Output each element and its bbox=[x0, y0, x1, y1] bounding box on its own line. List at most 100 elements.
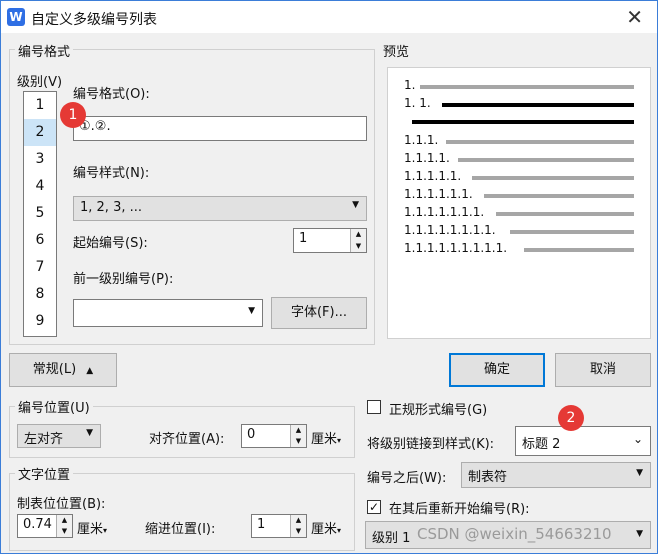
level-item[interactable]: 1 bbox=[24, 92, 56, 119]
align-pos-unit[interactable]: 厘米▾ bbox=[311, 428, 341, 447]
preview-pane: 1. 1. 1. 1.1.1. 1.1.1.1. 1.1.1.1.1. 1.1.… bbox=[387, 67, 651, 339]
format-label: 编号格式(O): bbox=[73, 87, 150, 102]
chevron-down-icon: ⌄ bbox=[632, 432, 643, 446]
preview-row: 1.1.1.1.1.1.1. bbox=[404, 205, 485, 219]
link-style-select[interactable]: 标题 2 ⌄ bbox=[515, 426, 651, 456]
align-select[interactable]: 左对齐 ▼ bbox=[17, 424, 101, 448]
unit-label: 厘米 bbox=[77, 522, 104, 537]
dropdown-arrow-icon: ▼ bbox=[636, 468, 643, 478]
link-style-value: 标题 2 bbox=[522, 437, 561, 452]
preview-row: 1.1.1.1.1. bbox=[404, 169, 462, 183]
dialog-title: 自定义多级编号列表 bbox=[31, 12, 157, 28]
preview-line bbox=[472, 176, 634, 180]
tab-pos-value: 0.74 bbox=[23, 517, 52, 532]
prev-level-select[interactable]: ▼ bbox=[73, 299, 263, 327]
align-pos-label: 对齐位置(A): bbox=[149, 432, 225, 447]
number-style-value: 1, 2, 3, ... bbox=[80, 200, 143, 215]
spin-down-icon[interactable]: ▼ bbox=[291, 526, 306, 537]
start-label: 起始编号(S): bbox=[73, 236, 148, 251]
align-pos-stepper[interactable]: ▲ ▼ bbox=[290, 425, 306, 447]
preview-line bbox=[458, 158, 634, 162]
preview-row: 1.1.1.1. bbox=[404, 151, 450, 165]
legal-style-label[interactable]: 正规形式编号(G) bbox=[389, 399, 487, 418]
text-position-group bbox=[9, 473, 355, 551]
spin-down-icon[interactable]: ▼ bbox=[291, 436, 306, 447]
after-number-select[interactable]: 制表符 ▼ bbox=[461, 462, 651, 488]
wps-app-icon: W bbox=[7, 8, 25, 26]
title-bar: W 自定义多级编号列表 ✕ bbox=[1, 1, 657, 33]
start-number-value: 1 bbox=[299, 231, 308, 246]
indent-value: 1 bbox=[257, 517, 266, 532]
general-button-label: 常规(L) bbox=[32, 362, 77, 377]
level-label: 级别(V) bbox=[17, 75, 63, 90]
preview-line bbox=[496, 212, 634, 216]
preview-label: 预览 bbox=[383, 45, 410, 60]
unit-dropdown-icon: ▾ bbox=[103, 526, 108, 535]
font-button[interactable]: 字体(F)... bbox=[271, 297, 367, 329]
watermark: CSDN @weixin_54663210 bbox=[417, 525, 612, 543]
legal-style-checkbox[interactable] bbox=[367, 400, 381, 414]
restart-label[interactable]: 在其后重新开始编号(R): bbox=[389, 498, 530, 517]
preview-line bbox=[446, 140, 634, 144]
preview-row: 1.1.1.1.1.1.1.1. bbox=[404, 223, 496, 237]
link-style-label: 将级别链接到样式(K): bbox=[367, 437, 495, 452]
preview-row: 1. bbox=[404, 78, 416, 92]
cancel-button[interactable]: 取消 bbox=[555, 353, 651, 387]
text-position-label: 文字位置 bbox=[15, 464, 74, 483]
unit-dropdown-icon: ▾ bbox=[337, 436, 342, 445]
level-item[interactable]: 3 bbox=[24, 146, 56, 173]
spin-down-icon[interactable]: ▼ bbox=[57, 526, 72, 537]
preview-line bbox=[484, 194, 634, 198]
level-item[interactable]: 5 bbox=[24, 200, 56, 227]
spin-up-icon[interactable]: ▲ bbox=[57, 515, 72, 526]
level-item[interactable]: 4 bbox=[24, 173, 56, 200]
preview-line bbox=[524, 248, 634, 252]
start-number-stepper[interactable]: ▲ ▼ bbox=[350, 229, 366, 252]
restart-checkbox[interactable]: ✓ bbox=[367, 500, 381, 514]
unit-label: 厘米 bbox=[311, 522, 338, 537]
indent-stepper[interactable]: ▲ ▼ bbox=[290, 515, 306, 537]
close-icon[interactable]: ✕ bbox=[626, 5, 643, 29]
level-list[interactable]: 1 2 3 4 5 6 7 8 9 bbox=[23, 91, 57, 337]
number-style-select[interactable]: 1, 2, 3, ... ▼ bbox=[73, 196, 367, 221]
spin-up-icon[interactable]: ▲ bbox=[351, 229, 366, 241]
indent-label: 缩进位置(I): bbox=[145, 522, 216, 537]
dropdown-arrow-icon: ▼ bbox=[86, 428, 93, 438]
after-number-value: 制表符 bbox=[468, 470, 508, 485]
unit-label: 厘米 bbox=[311, 432, 338, 447]
spin-up-icon[interactable]: ▲ bbox=[291, 425, 306, 436]
level-item-selected[interactable]: 2 bbox=[24, 119, 56, 146]
preview-line bbox=[510, 230, 634, 234]
after-number-label: 编号之后(W): bbox=[367, 471, 447, 486]
preview-separator bbox=[412, 120, 634, 124]
restart-level-value: 级别 1 bbox=[372, 531, 411, 546]
ok-button[interactable]: 确定 bbox=[449, 353, 545, 387]
dialog-window: W 自定义多级编号列表 ✕ 编号格式 级别(V) 1 2 3 4 5 6 7 8… bbox=[0, 0, 658, 554]
spin-up-icon[interactable]: ▲ bbox=[291, 515, 306, 526]
align-pos-value: 0 bbox=[247, 427, 256, 442]
level-item[interactable]: 9 bbox=[24, 308, 56, 335]
level-item[interactable]: 7 bbox=[24, 254, 56, 281]
preview-row-selected: 1. 1. bbox=[404, 96, 431, 110]
style-label: 编号样式(N): bbox=[73, 166, 150, 181]
dropdown-arrow-icon: ▼ bbox=[636, 529, 643, 539]
dropdown-arrow-icon: ▼ bbox=[352, 200, 359, 210]
annotation-badge-1: 1 bbox=[60, 102, 86, 128]
dropdown-arrow-icon: ▼ bbox=[248, 306, 255, 316]
collapse-icon: ▲ bbox=[86, 366, 94, 376]
level-item[interactable]: 8 bbox=[24, 281, 56, 308]
number-position-label: 编号位置(U) bbox=[15, 397, 93, 416]
preview-line-selected bbox=[442, 103, 634, 107]
number-format-group-label: 编号格式 bbox=[15, 41, 74, 60]
preview-row: 1.1.1.1.1.1. bbox=[404, 187, 473, 201]
indent-unit[interactable]: 厘米▾ bbox=[311, 518, 341, 537]
prev-level-label: 前一级别编号(P): bbox=[73, 272, 174, 287]
tab-pos-unit[interactable]: 厘米▾ bbox=[77, 518, 107, 537]
format-input[interactable]: ①.②. bbox=[73, 116, 367, 141]
general-button[interactable]: 常规(L) ▲ bbox=[9, 353, 117, 387]
annotation-badge-2: 2 bbox=[558, 405, 584, 431]
preview-line bbox=[420, 85, 634, 89]
spin-down-icon[interactable]: ▼ bbox=[351, 241, 366, 253]
tab-pos-stepper[interactable]: ▲ ▼ bbox=[56, 515, 72, 537]
level-item[interactable]: 6 bbox=[24, 227, 56, 254]
